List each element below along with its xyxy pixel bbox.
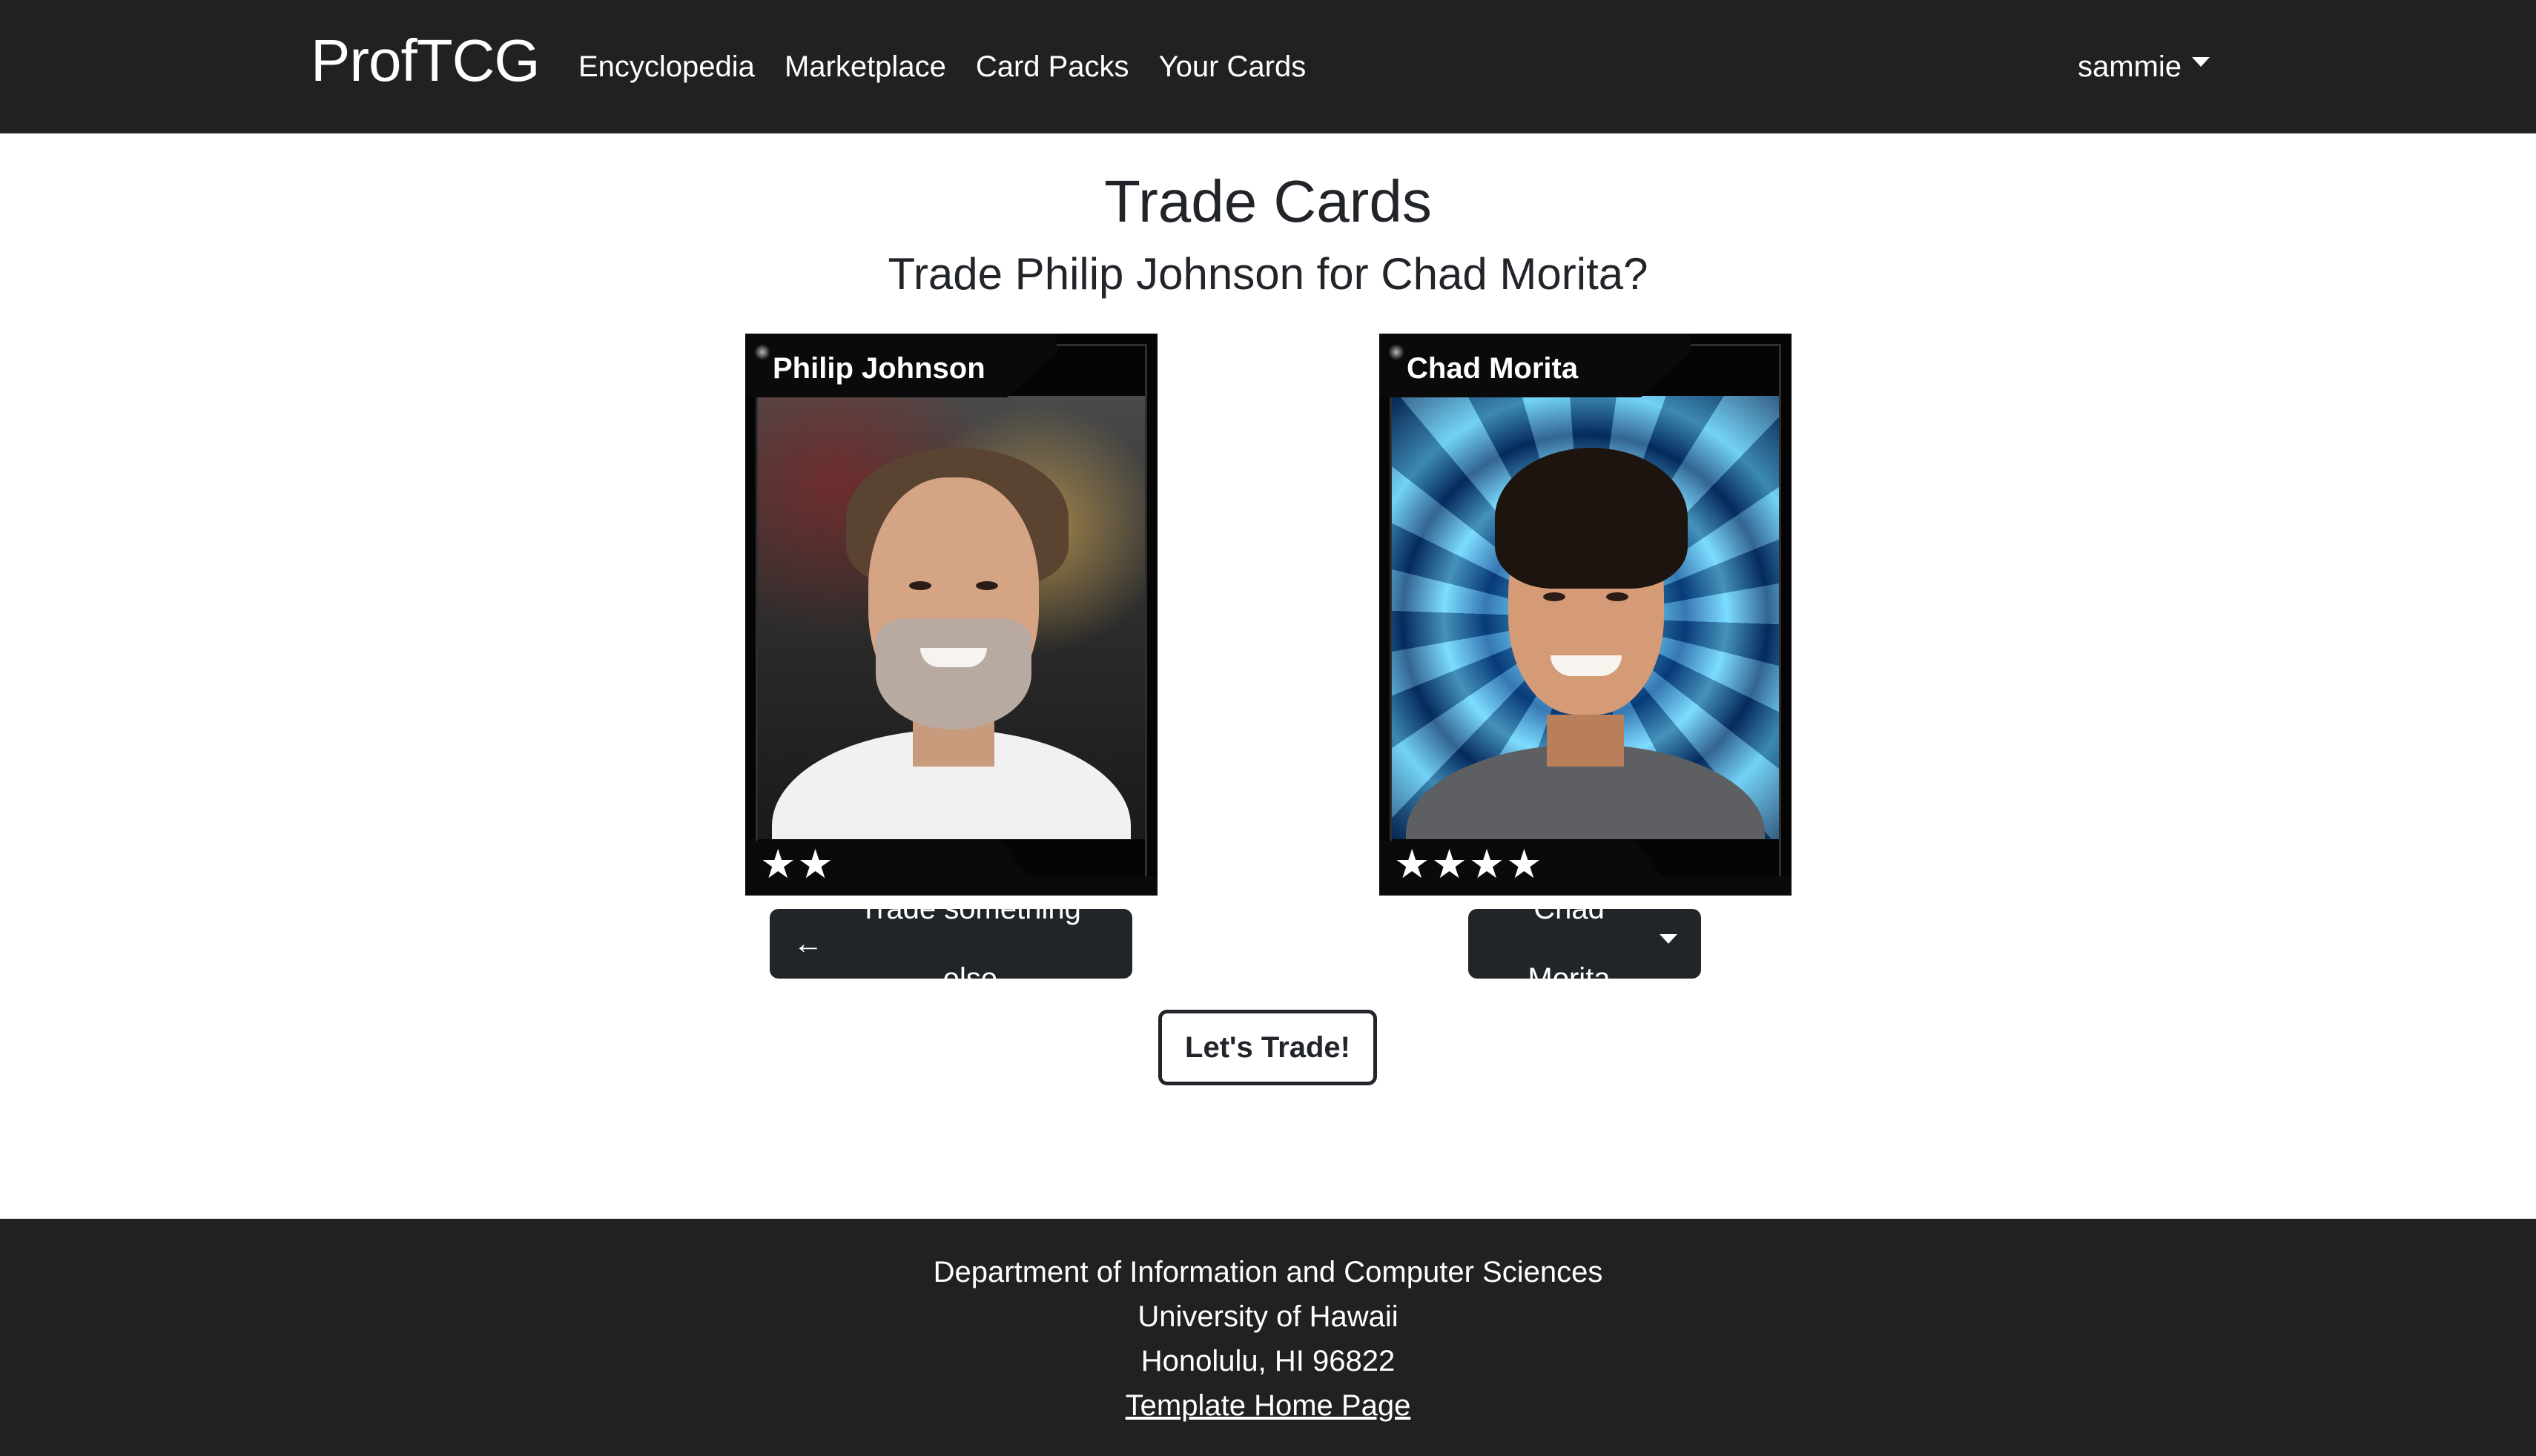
navbar: ProfTCG Encyclopedia Marketplace Card Pa… [0, 0, 2536, 133]
nav-link-your-cards[interactable]: Your Cards [1159, 46, 1307, 87]
user-dropdown[interactable]: sammie [2078, 46, 2210, 87]
template-home-page-link[interactable]: Template Home Page [1126, 1389, 1411, 1422]
star-rating-icon: ★★ [760, 842, 835, 887]
card-frame [1390, 344, 1781, 885]
nav-link-card-packs[interactable]: Card Packs [976, 46, 1129, 87]
sparkle-icon [1388, 344, 1404, 360]
card-name: Philip Johnson [773, 352, 985, 385]
footer-university: University of Hawaii [1137, 1300, 1399, 1333]
nav-link-marketplace[interactable]: Marketplace [785, 46, 946, 87]
footer: Department of Information and Computer S… [0, 1219, 2536, 1456]
page-title: Trade Cards [1104, 168, 1432, 234]
brand-logo[interactable]: ProfTCG [311, 25, 541, 96]
caret-down-icon [1660, 933, 1677, 944]
back-button-label: Trade something else [859, 893, 1081, 995]
requested-card: Chad Morita ★★★★ [1379, 334, 1792, 896]
card-corner-plate [1643, 876, 1792, 896]
footer-address: Honolulu, HI 96822 [1140, 1345, 1396, 1377]
sparkle-icon [754, 344, 770, 360]
trade-question: Trade Philip Johnson for Chad Morita? [888, 249, 1648, 299]
selected-card-label: Chad Morita [1528, 893, 1611, 995]
main-content: Trade Cards Trade Philip Johnson for Cha… [0, 133, 2536, 1219]
nav-link-encyclopedia[interactable]: Encyclopedia [578, 46, 755, 87]
card-name: Chad Morita [1407, 352, 1579, 385]
arrow-left-icon: ← [793, 927, 823, 960]
nav-links: Encyclopedia Marketplace Card Packs Your… [578, 46, 1306, 87]
user-name: sammie [2077, 50, 2182, 83]
card-frame [756, 344, 1147, 885]
trade-something-else-button[interactable]: ← Trade something else [770, 893, 1132, 995]
caret-down-icon [2192, 56, 2210, 67]
card-select-dropdown[interactable]: Chad Morita [1468, 893, 1701, 995]
footer-department: Department of Information and Computer S… [933, 1256, 1603, 1288]
offered-card: Philip Johnson ★★ [745, 334, 1158, 896]
lets-trade-button[interactable]: Let's Trade! [1158, 1010, 1377, 1085]
